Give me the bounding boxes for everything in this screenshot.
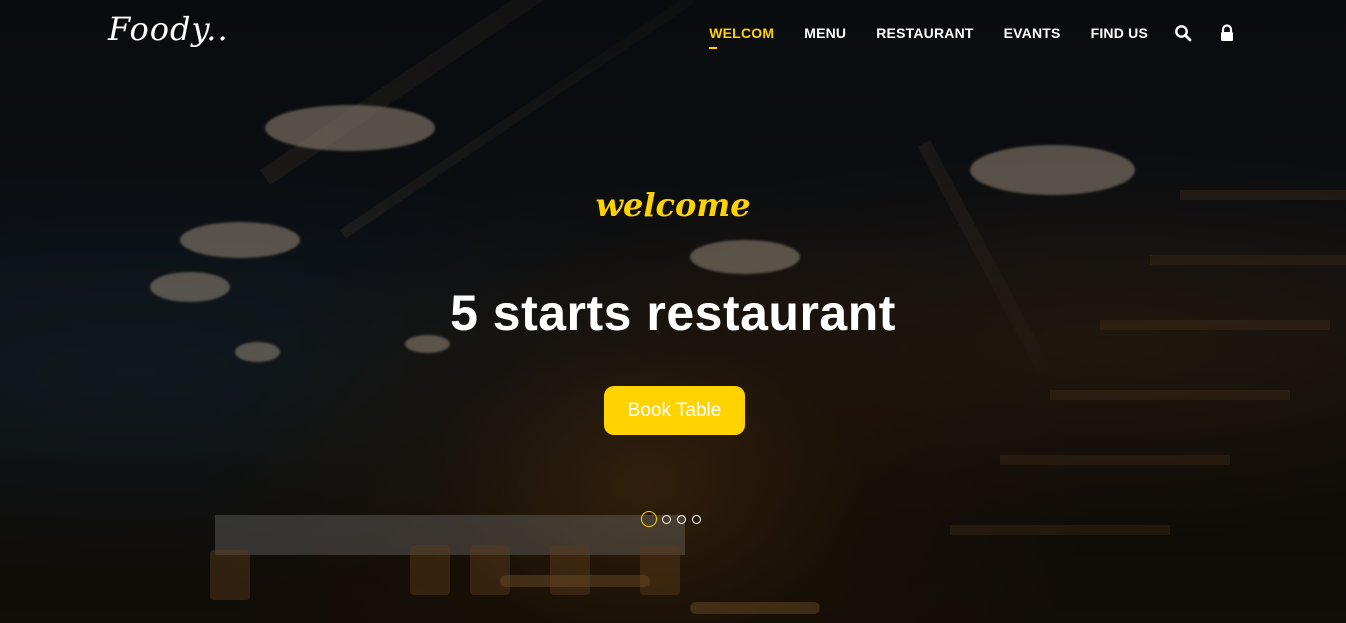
book-table-button[interactable]: Book Table (604, 386, 745, 435)
carousel-dot[interactable] (641, 511, 657, 527)
carousel-dot[interactable] (692, 514, 701, 524)
carousel-dot[interactable] (677, 514, 686, 524)
carousel-indicators (641, 511, 707, 527)
search-icon[interactable] (1174, 24, 1192, 42)
nav-item-find-us[interactable]: FIND US (1091, 25, 1148, 41)
welcome-script-text: welcome (595, 186, 751, 224)
brand-logo[interactable]: Foody.. (108, 10, 229, 48)
hero-headline: 5 starts restaurant (450, 285, 896, 341)
nav-item-evants[interactable]: EVANTS (1004, 25, 1061, 41)
nav-item-menu[interactable]: MENU (804, 25, 846, 41)
nav-item-welcom[interactable]: WELCOM (709, 25, 774, 49)
main-nav: WELCOM MENU RESTAURANT EVANTS FIND US (679, 24, 1236, 49)
nav-item-restaurant[interactable]: RESTAURANT (876, 25, 973, 41)
lock-icon[interactable] (1218, 24, 1236, 42)
carousel-dot[interactable] (662, 514, 671, 524)
